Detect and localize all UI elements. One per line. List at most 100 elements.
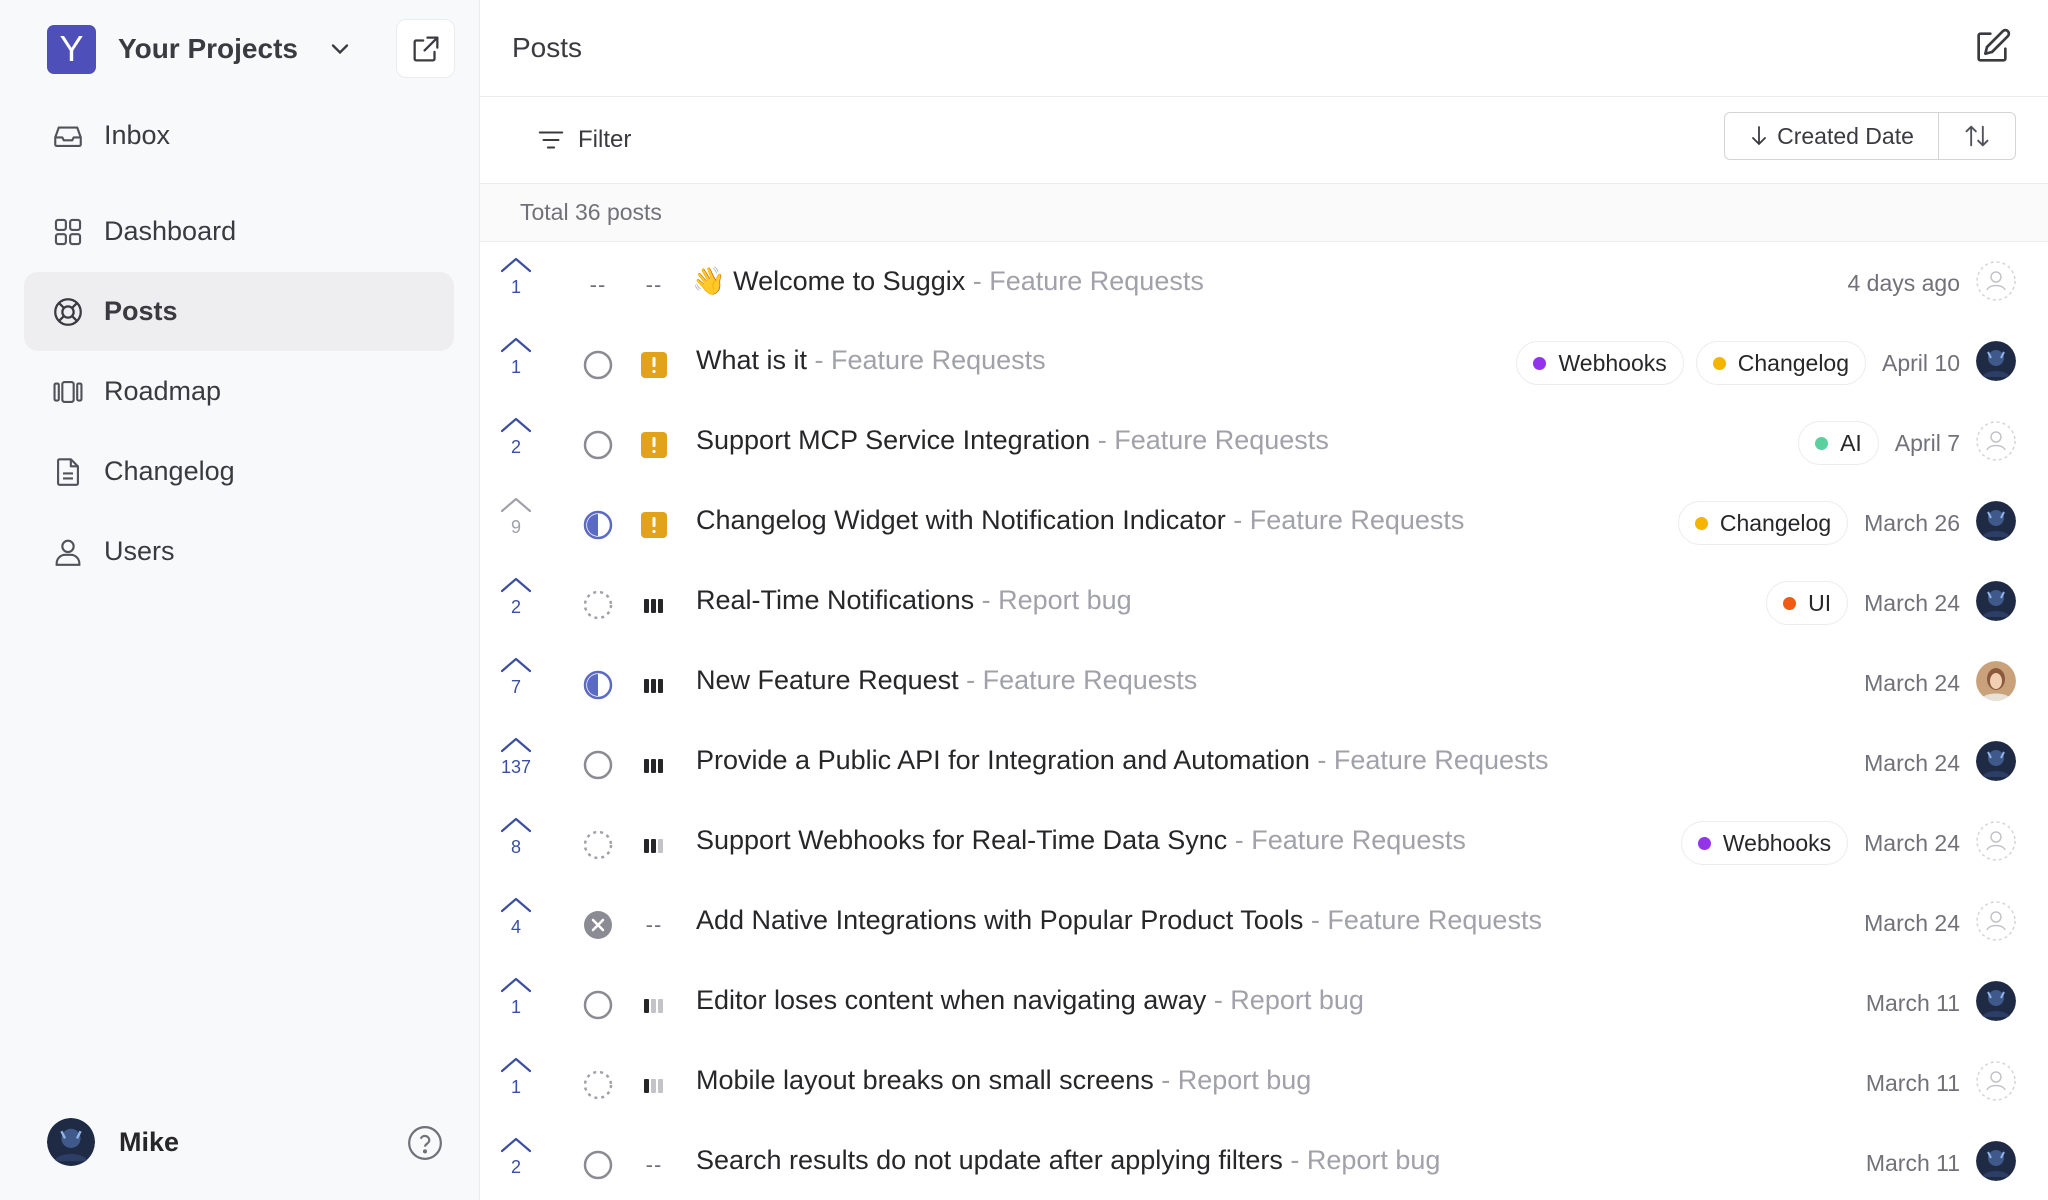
upvote-button[interactable]: 137 bbox=[496, 735, 536, 778]
post-row[interactable]: 4 -- Add Native Integrations with Popular … bbox=[480, 881, 2048, 961]
unassigned-avatar[interactable] bbox=[1976, 1060, 2016, 1106]
sidebar-item-posts[interactable]: Posts bbox=[24, 272, 454, 351]
post-date: March 11 bbox=[1865, 1149, 1960, 1176]
unassigned-avatar[interactable] bbox=[1976, 900, 2016, 946]
assignee-avatar[interactable] bbox=[1976, 980, 2016, 1026]
post-row[interactable]: 2 Support MCP Service Integration - Featu… bbox=[480, 401, 2048, 481]
assignee-avatar[interactable] bbox=[1976, 660, 2016, 706]
tag-badge[interactable]: Webhooks bbox=[1680, 821, 1849, 865]
post-title-text: Mobile layout breaks on small screens bbox=[696, 1065, 1154, 1095]
status-icon[interactable] bbox=[582, 669, 614, 701]
status-icon[interactable] bbox=[582, 509, 614, 541]
unassigned-avatar[interactable] bbox=[1976, 420, 2016, 466]
tag-dot bbox=[1815, 436, 1829, 450]
post-title[interactable]: Mobile layout breaks on small screens - … bbox=[696, 1065, 1311, 1096]
priority-icon[interactable] bbox=[638, 749, 670, 781]
priority-empty[interactable]: -- bbox=[638, 269, 670, 301]
priority-icon[interactable] bbox=[638, 349, 670, 381]
assignee-avatar[interactable] bbox=[1976, 1140, 2016, 1186]
post-row[interactable]: 8 Support Webhooks for Real-Time Data Syn… bbox=[480, 801, 2048, 881]
post-title[interactable]: Provide a Public API for Integration and… bbox=[696, 745, 1549, 776]
post-row[interactable]: 7 New Feature Request - Feature Requests M… bbox=[480, 641, 2048, 721]
post-title[interactable]: Search results do not update after apply… bbox=[696, 1145, 1440, 1176]
upvote-button[interactable]: 1 bbox=[496, 335, 536, 378]
post-title[interactable]: Support Webhooks for Real-Time Data Sync… bbox=[696, 825, 1466, 856]
sidebar-item-users[interactable]: Users bbox=[24, 512, 454, 591]
assignee-avatar[interactable] bbox=[1976, 500, 2016, 546]
status-icon[interactable] bbox=[582, 589, 614, 621]
status-icon[interactable] bbox=[582, 909, 614, 941]
status-icon[interactable] bbox=[582, 749, 614, 781]
upvote-button[interactable]: 2 bbox=[496, 1135, 536, 1178]
assignee-avatar[interactable] bbox=[1976, 740, 2016, 786]
sort-direction-toggle[interactable] bbox=[1939, 113, 2015, 159]
upvote-button[interactable]: 1 bbox=[496, 255, 536, 298]
priority-icon[interactable] bbox=[638, 1069, 670, 1101]
upvote-button[interactable]: 2 bbox=[496, 415, 536, 458]
upvote-button[interactable]: 7 bbox=[496, 655, 536, 698]
post-row[interactable]: 2 -- Search results do not update after ap… bbox=[480, 1121, 2048, 1200]
tag-badge[interactable]: Changelog bbox=[1695, 341, 1867, 385]
unassigned-avatar[interactable] bbox=[1976, 820, 2016, 866]
tag-badge[interactable]: AI bbox=[1798, 421, 1879, 465]
compose-icon[interactable] bbox=[1972, 27, 2012, 67]
post-row[interactable]: 1 Editor loses content when navigating aw… bbox=[480, 961, 2048, 1041]
unassigned-avatar[interactable] bbox=[1976, 260, 2016, 306]
help-icon[interactable] bbox=[406, 1124, 444, 1162]
priority-icon[interactable] bbox=[638, 989, 670, 1021]
post-row[interactable]: 1 -- -- 👋 Welcome to Suggix - Feature Reque… bbox=[480, 241, 2048, 321]
assignee-avatar[interactable] bbox=[1976, 580, 2016, 626]
tag-dot bbox=[1697, 836, 1711, 850]
upvote-button[interactable]: 9 bbox=[496, 495, 536, 538]
post-title[interactable]: Editor loses content when navigating awa… bbox=[696, 985, 1364, 1016]
status-icon[interactable] bbox=[582, 1069, 614, 1101]
status-empty[interactable]: -- bbox=[582, 269, 614, 301]
post-row[interactable]: 137 Provide a Public API for Integration … bbox=[480, 721, 2048, 801]
post-title[interactable]: What is it - Feature Requests bbox=[696, 345, 1046, 376]
priority-icon[interactable] bbox=[638, 429, 670, 461]
post-row[interactable]: 1 Mobile layout breaks on small screens -… bbox=[480, 1041, 2048, 1121]
post-title[interactable]: Changelog Widget with Notification Indic… bbox=[696, 505, 1464, 536]
project-switcher[interactable]: Y Your Projects bbox=[47, 23, 354, 75]
upvote-button[interactable]: 8 bbox=[496, 815, 536, 858]
post-title-text: Add Native Integrations with Popular Pro… bbox=[696, 905, 1304, 935]
priority-icon[interactable] bbox=[638, 829, 670, 861]
post-title[interactable]: Support MCP Service Integration - Featur… bbox=[696, 425, 1329, 456]
post-date: 4 days ago bbox=[1847, 269, 1960, 296]
sidebar-item-inbox[interactable]: Inbox bbox=[24, 96, 454, 175]
filter-button[interactable]: Filter bbox=[536, 125, 631, 155]
priority-empty[interactable]: -- bbox=[638, 909, 670, 941]
assignee-avatar[interactable] bbox=[1976, 340, 2016, 386]
sidebar-item-dashboard[interactable]: Dashboard bbox=[24, 192, 454, 271]
open-external-button[interactable] bbox=[396, 19, 455, 78]
upvote-button[interactable]: 1 bbox=[496, 975, 536, 1018]
priority-icon[interactable] bbox=[638, 589, 670, 621]
post-row[interactable]: 2 Real-Time Notifications - Report bug UI M… bbox=[480, 561, 2048, 641]
post-title[interactable]: New Feature Request - Feature Requests bbox=[696, 665, 1197, 696]
upvote-button[interactable]: 2 bbox=[496, 575, 536, 618]
tag-badge[interactable]: UI bbox=[1766, 581, 1849, 625]
post-title[interactable]: Real-Time Notifications - Report bug bbox=[696, 585, 1132, 616]
priority-icon[interactable] bbox=[638, 509, 670, 541]
status-icon[interactable] bbox=[582, 429, 614, 461]
status-icon[interactable] bbox=[582, 349, 614, 381]
tag-badge[interactable]: Changelog bbox=[1677, 501, 1849, 545]
priority-empty[interactable]: -- bbox=[638, 1149, 670, 1181]
upvote-button[interactable]: 1 bbox=[496, 1055, 536, 1098]
post-board: - Report bug bbox=[1153, 1065, 1312, 1095]
sort-field-button[interactable]: Created Date bbox=[1725, 113, 1939, 159]
status-icon[interactable] bbox=[582, 1149, 614, 1181]
status-icon[interactable] bbox=[582, 829, 614, 861]
post-row[interactable]: 1 What is it - Feature Requests Webhooks Ch… bbox=[480, 321, 2048, 401]
post-title[interactable]: 👋 Welcome to Suggix - Feature Requests bbox=[692, 265, 1204, 297]
priority-icon[interactable] bbox=[638, 669, 670, 701]
user-menu[interactable]: Mike bbox=[47, 1118, 179, 1166]
post-board: - Report bug bbox=[974, 585, 1132, 615]
post-row[interactable]: 9 Changelog Widget with Notification Indi… bbox=[480, 481, 2048, 561]
upvote-button[interactable]: 4 bbox=[496, 895, 536, 938]
status-icon[interactable] bbox=[582, 989, 614, 1021]
post-title[interactable]: Add Native Integrations with Popular Pro… bbox=[696, 905, 1542, 936]
tag-badge[interactable]: Webhooks bbox=[1516, 341, 1684, 385]
sidebar-item-roadmap[interactable]: Roadmap bbox=[24, 352, 454, 431]
sidebar-item-changelog[interactable]: Changelog bbox=[24, 432, 454, 511]
